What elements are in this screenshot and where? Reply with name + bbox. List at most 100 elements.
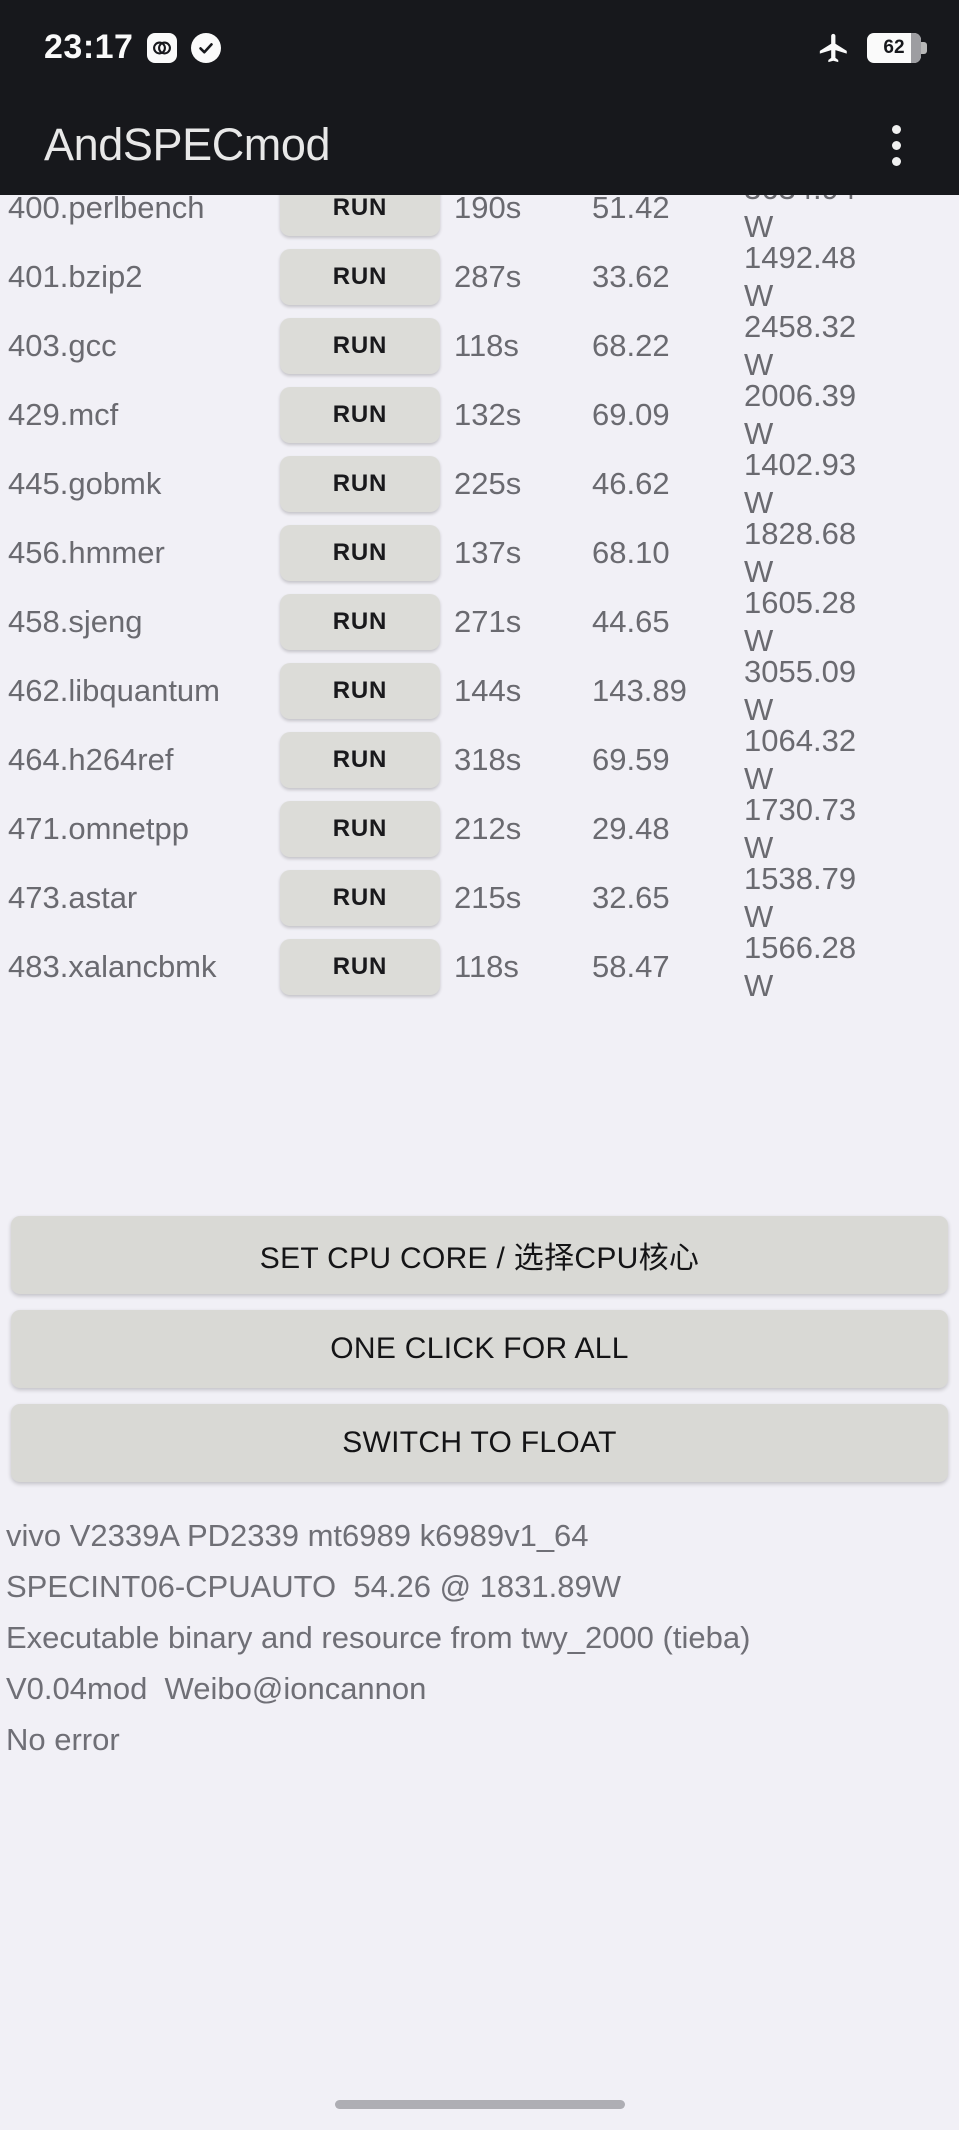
- benchmark-time: 144s: [454, 672, 522, 708]
- benchmark-score: 69.59: [592, 741, 670, 777]
- overflow-dot: [892, 124, 901, 134]
- table-row: 445.gobmk RUN 225s 46.62 1402.93 W: [4, 447, 959, 520]
- table-row: 464.h264ref RUN 318s 69.59 1064.32 W: [4, 723, 959, 796]
- benchmark-score: 143.89: [592, 672, 687, 708]
- battery-level-label: 62: [883, 36, 905, 58]
- benchmark-score: 44.65: [592, 603, 670, 639]
- run-button[interactable]: RUN: [280, 731, 440, 788]
- benchmark-name: 445.gobmk: [8, 465, 162, 501]
- benchmark-name: 483.xalancbmk: [8, 948, 217, 984]
- benchmark-score: 58.47: [592, 948, 670, 984]
- benchmark-time: 318s: [454, 741, 522, 777]
- benchmark-score: 33.62: [592, 258, 670, 294]
- run-button[interactable]: RUN: [280, 938, 440, 995]
- table-row: 458.sjeng RUN 271s 44.65 1605.28 W: [4, 585, 959, 658]
- run-button[interactable]: RUN: [280, 524, 440, 581]
- benchmark-name: 471.omnetpp: [8, 810, 189, 846]
- table-row: 429.mcf RUN 132s 69.09 2006.39 W: [4, 378, 959, 451]
- benchmark-time: 271s: [454, 603, 522, 639]
- benchmark-time: 132s: [454, 396, 522, 432]
- table-row: 471.omnetpp RUN 212s 29.48 1730.73 W: [4, 792, 959, 865]
- table-row: 473.astar RUN 215s 32.65 1538.79 W: [4, 861, 959, 934]
- benchmark-power: 2006.39 W: [744, 377, 857, 451]
- benchmark-time: 215s: [454, 879, 522, 915]
- benchmark-power: 3055.09 W: [744, 653, 857, 727]
- version-line: V0.04mod Weibo@ioncannon: [6, 1671, 427, 1706]
- benchmark-time: 225s: [454, 465, 522, 501]
- run-button[interactable]: RUN: [280, 800, 440, 857]
- overflow-menu-icon[interactable]: [876, 115, 917, 176]
- benchmark-time: 137s: [454, 534, 522, 570]
- overflow-dot: [892, 156, 901, 166]
- airplane-mode-icon: [817, 31, 851, 65]
- run-button[interactable]: RUN: [280, 195, 440, 236]
- benchmark-score: 51.42: [592, 195, 670, 225]
- status-clock: 23:17: [44, 28, 134, 66]
- benchmark-name: 462.libquantum: [8, 672, 220, 708]
- overflow-dot: [892, 140, 901, 150]
- run-button[interactable]: RUN: [280, 248, 440, 305]
- benchmark-name: 403.gcc: [8, 327, 117, 363]
- benchmark-power: 1566.28 W: [744, 929, 857, 1003]
- suite-score-line: SPECINT06-CPUAUTO 54.26 @ 1831.89W: [6, 1569, 621, 1604]
- home-gesture-pill[interactable]: [334, 2099, 625, 2109]
- status-bar: 23:17 62: [0, 0, 959, 95]
- benchmark-name: 473.astar: [8, 879, 138, 915]
- action-button-group: SET CPU CORE / 选择CPU核心 ONE CLICK FOR ALL…: [0, 1210, 959, 1498]
- table-row: 462.libquantum RUN 144s 143.89 3055.09 W: [4, 654, 959, 727]
- benchmark-time: 287s: [454, 258, 522, 294]
- device-info-line: vivo V2339A PD2339 mt6989 k6989v1_64: [6, 1518, 589, 1553]
- benchmark-score: 29.48: [592, 810, 670, 846]
- benchmark-name: 464.h264ref: [8, 741, 174, 777]
- check-circle-icon: [191, 32, 222, 63]
- run-button[interactable]: RUN: [280, 455, 440, 512]
- info-log-block: vivo V2339A PD2339 mt6989 k6989v1_64 SPE…: [0, 1498, 959, 2130]
- benchmark-name: 456.hmmer: [8, 534, 165, 570]
- benchmark-score: 68.22: [592, 327, 670, 363]
- benchmark-name: 458.sjeng: [8, 603, 143, 639]
- benchmark-score: 46.62: [592, 465, 670, 501]
- run-button[interactable]: RUN: [280, 593, 440, 650]
- page-title: AndSPECmod: [44, 119, 331, 170]
- one-click-for-all-button[interactable]: ONE CLICK FOR ALL: [11, 1310, 948, 1388]
- navigation-bar: [0, 2078, 959, 2130]
- benchmark-power: 1064.32 W: [744, 722, 857, 796]
- benchmark-time: 118s: [454, 948, 519, 984]
- table-row: 456.hmmer RUN 137s 68.10 1828.68 W: [4, 516, 959, 589]
- table-row: 403.gcc RUN 118s 68.22 2458.32 W: [4, 309, 959, 382]
- credits-line: Executable binary and resource from twy_…: [6, 1620, 751, 1655]
- benchmark-score: 68.10: [592, 534, 670, 570]
- error-status-line: No error: [6, 1722, 120, 1757]
- app-bar: AndSPECmod: [0, 95, 959, 195]
- benchmark-list[interactable]: 400.perlbenchRUN190s51.423634.94 W401.bz…: [0, 195, 959, 1210]
- run-button[interactable]: RUN: [280, 869, 440, 926]
- run-button[interactable]: RUN: [280, 662, 440, 719]
- benchmark-power: 1492.48 W: [744, 239, 857, 313]
- benchmark-time: 118s: [454, 327, 519, 363]
- benchmark-power: 1828.68 W: [744, 515, 857, 589]
- benchmark-power: 2458.32 W: [744, 308, 857, 382]
- run-button[interactable]: RUN: [280, 317, 440, 374]
- table-row: 483.xalancbmk RUN 118s 58.47 1566.28 W: [4, 930, 959, 1003]
- benchmark-time: 212s: [454, 810, 522, 846]
- battery-empty-portion: [911, 32, 921, 63]
- benchmark-name: 429.mcf: [8, 396, 119, 432]
- status-bar-left: 23:17: [44, 28, 222, 67]
- benchmark-time: 190s: [454, 195, 522, 225]
- run-button[interactable]: RUN: [280, 386, 440, 443]
- app-screen: 23:17 62 AndSPECmod 400.perlbench RUN 19…: [0, 0, 959, 2130]
- benchmark-power: 1402.93 W: [744, 446, 857, 520]
- benchmark-power: 1538.79 W: [744, 860, 857, 934]
- benchmark-score: 32.65: [592, 879, 670, 915]
- table-row: 401.bzip2 RUN 287s 33.62 1492.48 W: [4, 240, 959, 313]
- table-row: 400.perlbenchRUN190s51.423634.94 W: [4, 195, 959, 244]
- benchmark-power: 1730.73 W: [744, 791, 857, 865]
- benchmark-name: 401.bzip2: [8, 258, 143, 294]
- set-cpu-core-button[interactable]: SET CPU CORE / 选择CPU核心: [11, 1216, 948, 1294]
- benchmark-score: 69.09: [592, 396, 670, 432]
- switch-to-float-button[interactable]: SWITCH TO FLOAT: [11, 1404, 948, 1482]
- status-bar-right: 62: [817, 31, 927, 65]
- benchmark-power: 1605.28 W: [744, 584, 857, 658]
- dual-sim-icon: [147, 32, 178, 63]
- benchmark-name: 400.perlbench: [8, 195, 205, 225]
